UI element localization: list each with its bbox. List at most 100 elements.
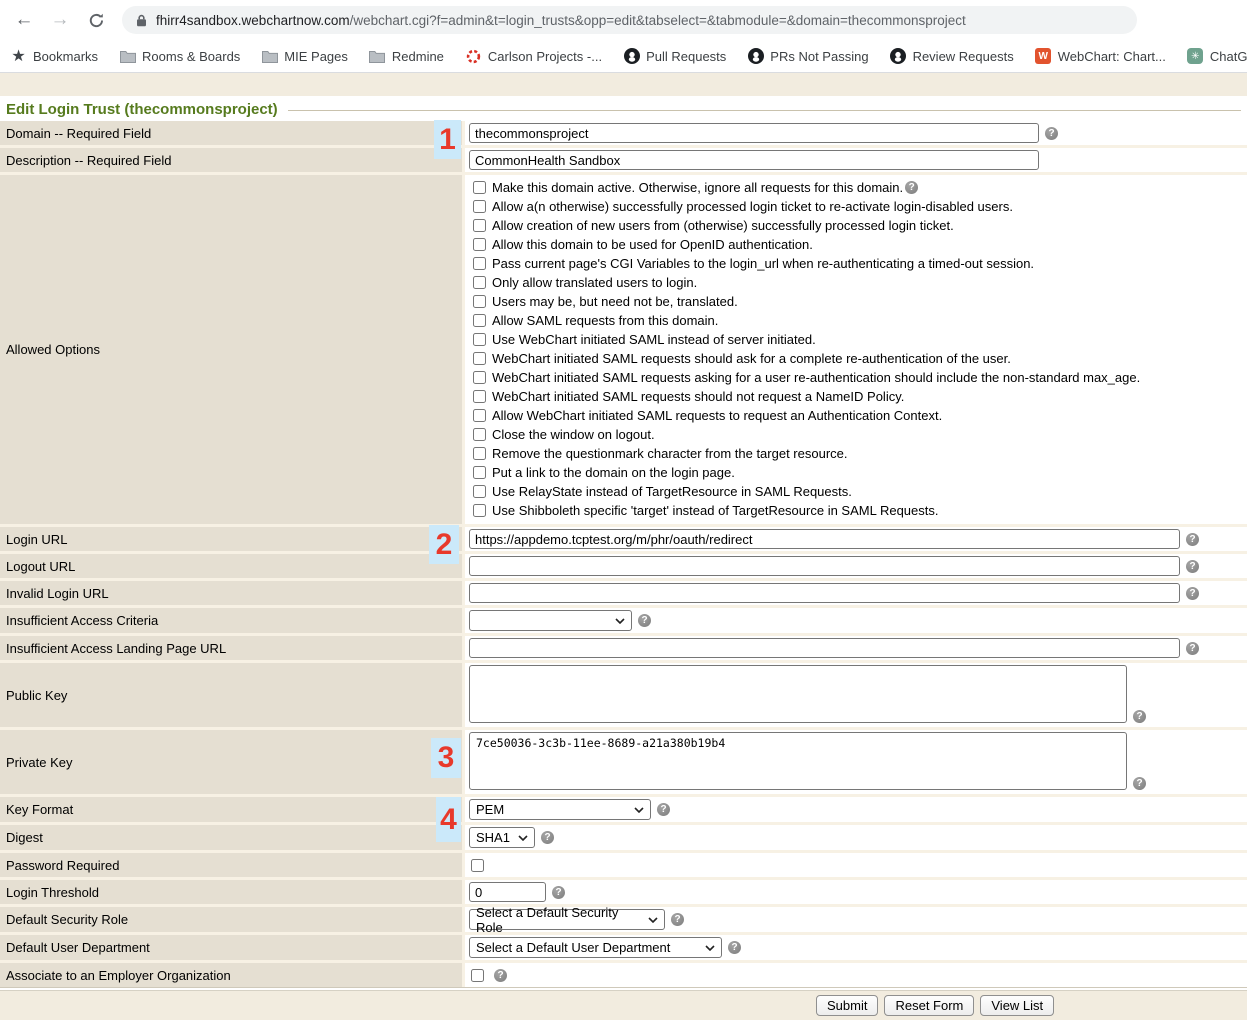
private-key-label: Private Key xyxy=(0,730,462,794)
logout-url-input[interactable] xyxy=(469,556,1180,576)
bookmark-mie-pages[interactable]: MIE Pages xyxy=(261,48,348,65)
allowed-option-checkbox[interactable] xyxy=(473,181,486,194)
reload-icon[interactable] xyxy=(84,12,108,29)
bookmark-label: Review Requests xyxy=(913,49,1014,64)
address-bar[interactable]: fhirr4sandbox.webchartnow.com/webchart.c… xyxy=(122,6,1137,34)
help-icon[interactable]: ? xyxy=(1133,777,1146,790)
allowed-option-checkbox[interactable] xyxy=(473,219,486,232)
legend-rule xyxy=(288,110,1241,111)
associate-employer-org-checkbox[interactable] xyxy=(471,969,484,982)
bookmark-webchart-chart-[interactable]: WWebChart: Chart... xyxy=(1035,48,1166,65)
allowed-option-checkbox[interactable] xyxy=(473,352,486,365)
fieldset-legend-row: Edit Login Trust (thecommonsproject) xyxy=(0,96,1247,121)
github-icon xyxy=(890,48,907,65)
default-security-role-select[interactable]: Select a Default Security Role xyxy=(469,909,665,930)
help-icon[interactable]: ? xyxy=(494,969,507,982)
bookmark-rooms-boards[interactable]: Rooms & Boards xyxy=(119,48,240,65)
allowed-option: Allow WebChart initiated SAML requests t… xyxy=(471,406,1243,425)
help-icon[interactable]: ? xyxy=(1186,642,1199,655)
help-icon[interactable]: ? xyxy=(657,803,670,816)
allowed-option: Use RelayState instead of TargetResource… xyxy=(471,482,1243,501)
allowed-option-label: Allow WebChart initiated SAML requests t… xyxy=(492,408,942,423)
description-label: Description -- Required Field xyxy=(0,148,462,172)
private-key-textarea[interactable]: 7ce50036-3c3b-11ee-8689-a21a380b19b4 xyxy=(469,732,1127,790)
help-icon[interactable]: ? xyxy=(541,831,554,844)
login-threshold-label: Login Threshold xyxy=(0,880,462,904)
bookmark-chatgpt[interactable]: ✳ChatGPT xyxy=(1187,48,1247,65)
public-key-textarea[interactable] xyxy=(469,665,1127,723)
help-icon[interactable]: ? xyxy=(552,886,565,899)
bookmark-bookmarks[interactable]: ★Bookmarks xyxy=(10,48,98,65)
allowed-option-label: Use WebChart initiated SAML instead of s… xyxy=(492,332,816,347)
allowed-option-checkbox[interactable] xyxy=(473,371,486,384)
allowed-option-checkbox[interactable] xyxy=(473,390,486,403)
login-threshold-input[interactable] xyxy=(469,882,546,902)
allowed-option-checkbox[interactable] xyxy=(473,466,486,479)
insufficient-access-landing-label: Insufficient Access Landing Page URL xyxy=(0,636,462,660)
help-icon[interactable]: ? xyxy=(1133,710,1146,723)
password-required-checkbox[interactable] xyxy=(471,859,484,872)
allowed-option-checkbox[interactable] xyxy=(473,485,486,498)
default-user-department-select[interactable]: Select a Default User Department xyxy=(469,937,722,958)
help-icon[interactable]: ? xyxy=(1186,533,1199,546)
allowed-option-checkbox[interactable] xyxy=(473,333,486,346)
bookmark-pull-requests[interactable]: Pull Requests xyxy=(623,48,726,65)
url-domain: fhirr4sandbox.webchartnow.com xyxy=(156,13,350,28)
help-icon[interactable]: ? xyxy=(1186,587,1199,600)
invalid-login-url-label: Invalid Login URL xyxy=(0,581,462,605)
digest-select[interactable]: SHA1 xyxy=(469,827,535,848)
bookmark-prs-not-passing[interactable]: PRs Not Passing xyxy=(747,48,868,65)
annotation-4: 4 xyxy=(436,797,461,842)
row-default-security-role: Default Security Role Select a Default S… xyxy=(0,907,1247,932)
row-default-user-department: Default User Department Select a Default… xyxy=(0,935,1247,960)
star-icon: ★ xyxy=(10,48,27,65)
insufficient-access-landing-input[interactable] xyxy=(469,638,1180,658)
allowed-option-checkbox[interactable] xyxy=(473,504,486,517)
browser-toolbar: ← → fhirr4sandbox.webchartnow.com/webcha… xyxy=(0,0,1247,40)
allowed-option-checkbox[interactable] xyxy=(473,409,486,422)
help-icon[interactable]: ? xyxy=(1045,127,1058,140)
lock-icon[interactable] xyxy=(136,14,147,27)
help-icon[interactable]: ? xyxy=(671,913,684,926)
allowed-option-checkbox[interactable] xyxy=(473,257,486,270)
allowed-option-checkbox[interactable] xyxy=(473,200,486,213)
help-icon[interactable]: ? xyxy=(1186,560,1199,573)
forward-icon[interactable]: → xyxy=(48,9,72,31)
domain-input[interactable] xyxy=(469,123,1039,143)
key-format-select[interactable]: PEM xyxy=(469,799,651,820)
reset-form-button[interactable]: Reset Form xyxy=(884,995,974,1016)
allowed-option-label: Allow a(n otherwise) successfully proces… xyxy=(492,199,1013,214)
allowed-options-label: Allowed Options xyxy=(0,175,462,524)
help-icon[interactable]: ? xyxy=(638,614,651,627)
webchart-icon: W xyxy=(1035,48,1052,65)
form-footer: Submit Reset Form View List xyxy=(0,990,1247,1020)
allowed-option-checkbox[interactable] xyxy=(473,428,486,441)
login-url-input[interactable] xyxy=(469,529,1180,549)
row-insufficient-access-landing: Insufficient Access Landing Page URL ? xyxy=(0,636,1247,660)
default-security-role-label: Default Security Role xyxy=(0,907,462,932)
help-icon[interactable]: ? xyxy=(728,941,741,954)
allowed-option: Use WebChart initiated SAML instead of s… xyxy=(471,330,1243,349)
bookmark-label: MIE Pages xyxy=(284,49,348,64)
allowed-option-checkbox[interactable] xyxy=(473,295,486,308)
view-list-button[interactable]: View List xyxy=(980,995,1054,1016)
row-description: Description -- Required Field xyxy=(0,148,1247,172)
submit-button[interactable]: Submit xyxy=(816,995,878,1016)
allowed-option-checkbox[interactable] xyxy=(473,447,486,460)
allowed-option: Allow SAML requests from this domain. xyxy=(471,311,1243,330)
allowed-option-checkbox[interactable] xyxy=(473,314,486,327)
back-icon[interactable]: ← xyxy=(12,9,36,31)
row-login-threshold: Login Threshold ? xyxy=(0,880,1247,904)
allowed-option: Pass current page's CGI Variables to the… xyxy=(471,254,1243,273)
allowed-option: Allow creation of new users from (otherw… xyxy=(471,216,1243,235)
allowed-option-checkbox[interactable] xyxy=(473,276,486,289)
bookmark-redmine[interactable]: Redmine xyxy=(369,48,444,65)
bookmark-carlson-projects-[interactable]: Carlson Projects -... xyxy=(465,48,602,65)
help-icon[interactable]: ? xyxy=(905,181,918,194)
insufficient-access-criteria-select[interactable] xyxy=(469,610,632,631)
bookmark-review-requests[interactable]: Review Requests xyxy=(890,48,1014,65)
allowed-option-checkbox[interactable] xyxy=(473,238,486,251)
description-input[interactable] xyxy=(469,150,1039,170)
allowed-option: Use Shibboleth specific 'target' instead… xyxy=(471,501,1243,520)
invalid-login-url-input[interactable] xyxy=(469,583,1180,603)
